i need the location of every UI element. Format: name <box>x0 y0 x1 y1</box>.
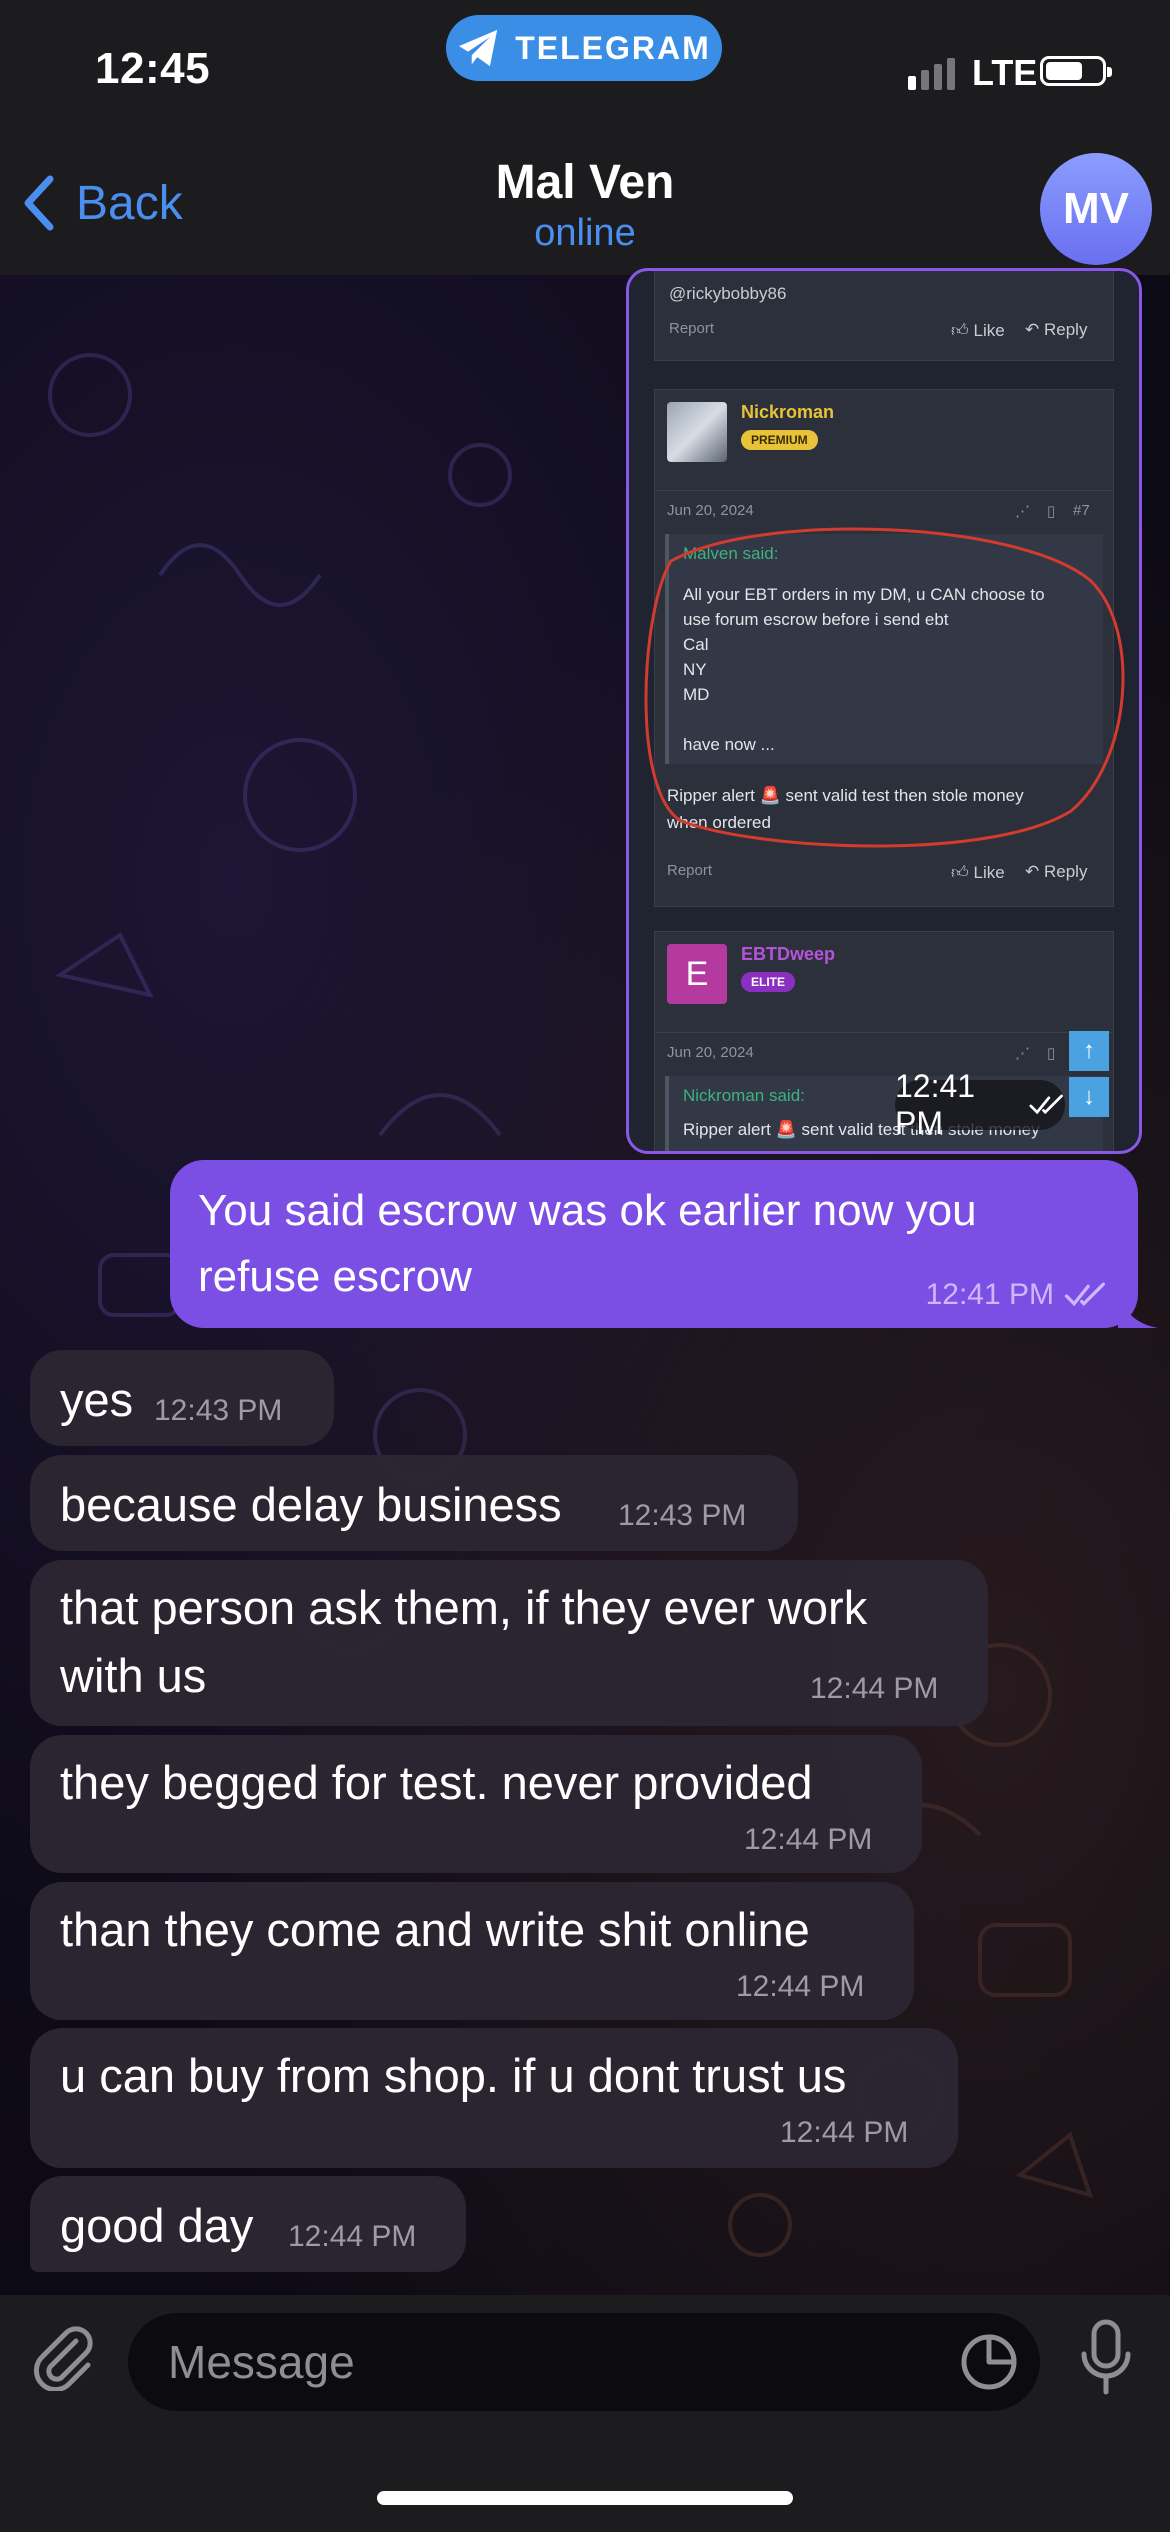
incoming-message-bubble[interactable]: good day 12:44 PM <box>30 2176 466 2272</box>
message-time: 12:43 PM <box>154 1394 283 1427</box>
message-time: 12:43 PM <box>618 1499 747 1532</box>
home-indicator[interactable] <box>377 2491 793 2505</box>
share-icon: ⋰ <box>1015 1045 1030 1062</box>
contact-avatar[interactable]: MV <box>1040 153 1152 265</box>
battery-icon <box>1040 56 1112 86</box>
incoming-message-text: they begged for test. never provided <box>60 1756 813 1809</box>
telegram-return-pill[interactable]: TELEGRAM <box>446 15 722 81</box>
incoming-message-bubble[interactable]: that person ask them, if they ever work … <box>30 1560 988 1726</box>
outgoing-message-meta: 12:41 PM <box>926 1278 1108 1312</box>
forum-like: 👍︎ Like <box>951 321 1005 340</box>
sticker-icon[interactable] <box>960 2333 1018 2391</box>
message-time: 12:44 PM <box>810 1672 939 1705</box>
incoming-message-bubble[interactable]: than they come and write shit online 12:… <box>30 1882 914 2020</box>
chat-status: online <box>534 212 636 254</box>
outgoing-message-bubble[interactable]: You said escrow was ok earlier now you r… <box>170 1160 1138 1328</box>
screenshot-message-image[interactable]: @rickybobby86 Report 👍︎ Like ↶ Reply Nic… <box>626 268 1142 1154</box>
forum-username: EBTDweep <box>741 944 836 964</box>
forum-post-date: Jun 20, 2024 <box>667 502 754 519</box>
double-check-icon <box>1029 1094 1063 1115</box>
incoming-message-bubble[interactable]: u can buy from shop. if u dont trust us … <box>30 2028 958 2168</box>
like-icon: 👍︎ <box>951 321 969 340</box>
forum-post-top: @rickybobby86 Report 👍︎ Like ↶ Reply <box>654 271 1114 361</box>
forum-post-number: #7 <box>1073 502 1090 519</box>
incoming-message-text: than they come and write shit online <box>60 1903 810 1956</box>
reply-icon: ↶ <box>1025 320 1040 339</box>
message-time: 12:44 PM <box>288 2220 417 2253</box>
microphone-icon[interactable] <box>1076 2318 1136 2398</box>
forum-badge: PREMIUM <box>741 430 818 450</box>
status-time: 12:45 <box>95 44 211 93</box>
double-check-icon <box>1064 1282 1105 1307</box>
telegram-icon <box>459 29 498 67</box>
forum-report-link: Report <box>669 320 715 337</box>
like-icon: 👍︎ <box>951 863 969 882</box>
chat-title[interactable]: Mal Ven <box>0 155 1170 210</box>
forum-badge: ELITE <box>741 972 796 992</box>
incoming-message-bubble[interactable]: yes 12:43 PM <box>30 1350 334 1446</box>
forum-handle: @rickybobby86 <box>669 284 787 303</box>
forum-user-avatar <box>667 402 727 462</box>
share-icon: ⋰ <box>1015 503 1030 520</box>
forum-user-avatar: E <box>667 944 727 1004</box>
incoming-message-text: with us <box>60 1649 207 1702</box>
message-time: 12:44 PM <box>744 1823 873 1856</box>
incoming-message-text: good day <box>60 2199 254 2252</box>
telegram-pill-label: TELEGRAM <box>515 29 711 66</box>
incoming-message-text: that person ask them, if they ever work <box>60 1581 868 1634</box>
message-time: 12:41 PM <box>895 1068 976 1141</box>
screenshot-message-time: 12:41 PM <box>895 1068 1065 1141</box>
message-input[interactable] <box>128 2313 1040 2411</box>
forum-like: 👍︎ Like <box>951 863 1005 882</box>
divider <box>655 1032 1113 1033</box>
carrier-label: LTE <box>972 52 1038 93</box>
message-line: You said escrow was ok earlier now you <box>198 1186 977 1235</box>
arrow-up-icon: ↑ <box>1069 1031 1109 1071</box>
message-time: 12:41 PM <box>925 1278 1054 1311</box>
message-time: 12:44 PM <box>736 1970 865 2003</box>
incoming-message-bubble[interactable]: they begged for test. never provided 12:… <box>30 1735 922 1873</box>
reply-icon: ↶ <box>1025 862 1040 881</box>
incoming-message-text: u can buy from shop. if u dont trust us <box>60 2049 847 2102</box>
forum-username: Nickroman <box>741 402 835 422</box>
incoming-message-text: yes <box>60 1373 134 1426</box>
incoming-message-bubble[interactable]: because delay business 12:43 PM <box>30 1455 798 1551</box>
divider <box>655 490 1113 491</box>
arrow-down-icon: ↓ <box>1069 1077 1109 1117</box>
signal-icon <box>908 58 955 90</box>
message-time: 12:44 PM <box>780 2116 909 2149</box>
forum-report-link: Report <box>667 862 713 879</box>
forum-scroll-arrows: ↑ ↓ <box>1069 1031 1109 1123</box>
forum-post-date: Jun 20, 2024 <box>667 1044 754 1061</box>
forum-reply: ↶ Reply <box>1025 862 1088 881</box>
paperclip-icon[interactable] <box>30 2323 98 2391</box>
forum-reply: ↶ Reply <box>1025 320 1088 339</box>
bookmark-icon: ▯ <box>1047 503 1056 520</box>
red-annotation-circle <box>644 527 1125 848</box>
bookmark-icon: ▯ <box>1047 1045 1056 1062</box>
outgoing-bubble-tail <box>1118 1292 1158 1328</box>
incoming-message-text: because delay business <box>60 1478 562 1531</box>
